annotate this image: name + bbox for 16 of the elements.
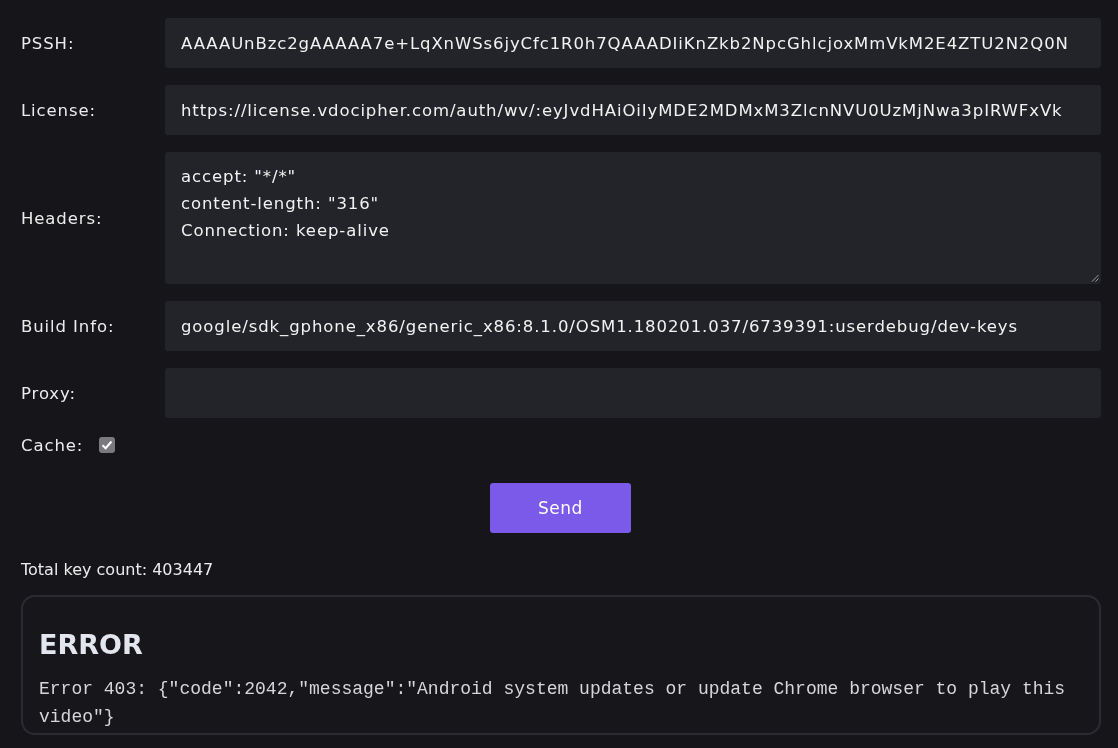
cache-label: Cache: bbox=[21, 435, 84, 455]
key-count-text: Total key count: 403447 bbox=[21, 560, 214, 579]
error-message: Error 403: {"code":2042,"message":"Android system updates or update Chrome browser to play this video"} bbox=[39, 678, 1067, 729]
field-label: PSSH: bbox=[21, 33, 76, 53]
text-input[interactable]: https://license.vdocipher.com/auth/wv/:eyJvdHAiOiIyMDE2MDMxM3ZlcnNVU0UzMjNwa3pIRWFxVk bbox=[165, 85, 1101, 135]
text-input[interactable]: AAAAUnBzc2gAAAAA7e+LqXnWSs6jyCfc1R0h7QAAADIiKnZkb2NpcGhlcjoxMmVkM2E4ZTU2N2Q0N bbox=[165, 18, 1101, 68]
field-label: License: bbox=[21, 100, 97, 120]
send-button[interactable]: Send bbox=[490, 483, 631, 533]
text-area[interactable]: accept: "*/*" content-length: "316" Connection: keep-alive bbox=[165, 152, 1101, 284]
error-title: ERROR bbox=[39, 629, 144, 661]
cache-checkbox[interactable] bbox=[99, 437, 116, 453]
resize-grip-icon[interactable] bbox=[1091, 274, 1099, 282]
text-input[interactable]: google/sdk_gphone_x86/generic_x86:8.1.0/OSM1.180201.037/6739391:userdebug/dev-keys bbox=[165, 301, 1101, 351]
field-label: Headers: bbox=[21, 208, 104, 228]
field-label: Proxy: bbox=[21, 383, 77, 403]
field-label: Build Info: bbox=[21, 316, 116, 336]
